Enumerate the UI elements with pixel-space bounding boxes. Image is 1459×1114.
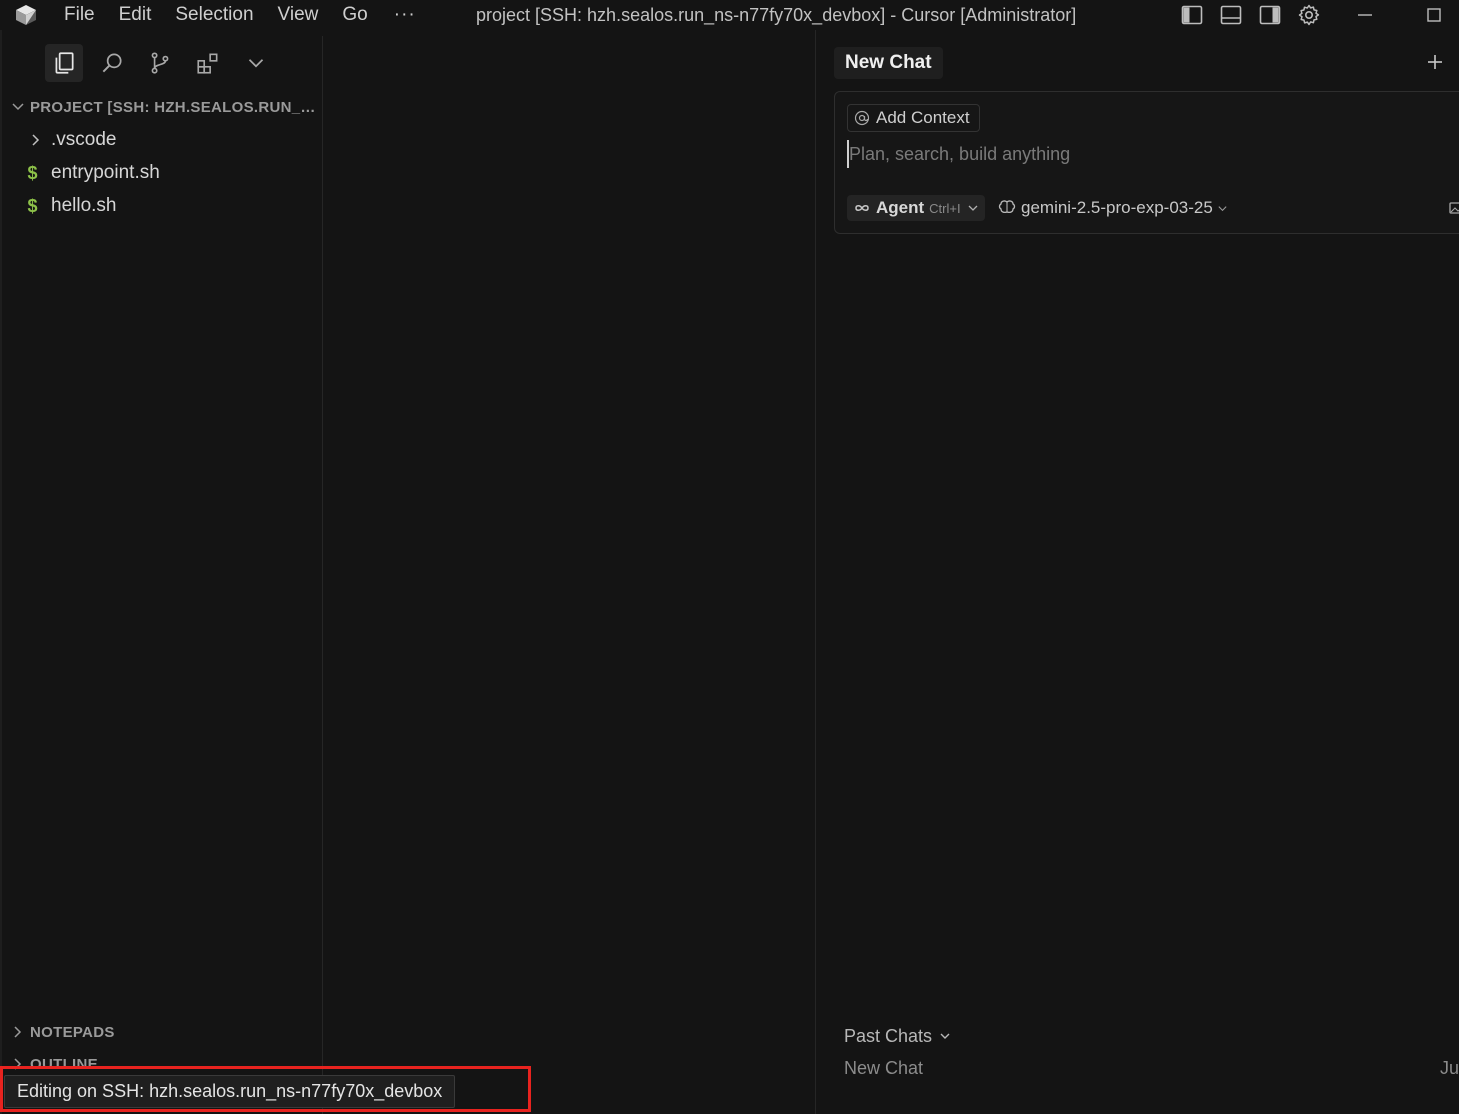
chat-composer: Add Context Agent Ctrl+I gemini-2.5-pro-… — [834, 91, 1459, 234]
toggle-secondary-sidebar-icon[interactable] — [1258, 3, 1282, 27]
menu-selection[interactable]: Selection — [163, 0, 265, 30]
menu-bar: File Edit Selection View Go ··· — [52, 0, 430, 30]
chevron-down-icon — [12, 103, 24, 111]
chat-input[interactable] — [847, 140, 1447, 168]
at-sign-icon — [854, 110, 870, 126]
past-chats-toggle[interactable]: Past Chats — [844, 1024, 952, 1048]
maximize-icon[interactable] — [1422, 3, 1446, 27]
extensions-tab[interactable] — [189, 44, 227, 82]
chat-tab-title[interactable]: New Chat — [834, 47, 943, 79]
past-chats-label: Past Chats — [844, 1025, 933, 1046]
notepads-section-header[interactable]: NOTEPADS — [2, 1020, 323, 1044]
add-context-label: Add Context — [876, 108, 970, 127]
chevron-right-icon — [14, 1058, 22, 1070]
agent-mode-selector[interactable]: Agent Ctrl+I — [847, 195, 985, 221]
chat-panel: New Chat Add Context Agent Ctrl+I gemini… — [816, 30, 1459, 1114]
brain-icon — [998, 200, 1016, 214]
model-name: gemini-2.5-pro-exp-03-25 — [1021, 198, 1213, 217]
menu-go[interactable]: Go — [330, 0, 379, 30]
window-title: project [SSH: hzh.sealos.run_ns-n77fy70x… — [476, 5, 1077, 25]
plus-icon[interactable] — [1425, 52, 1445, 72]
chevron-right-icon — [14, 1026, 22, 1038]
source-control-icon — [151, 52, 169, 74]
cursor-logo-icon — [16, 5, 36, 25]
menu-file[interactable]: File — [52, 0, 107, 30]
tree-item-label: hello.sh — [51, 195, 117, 216]
source-control-tab[interactable] — [141, 44, 179, 82]
explorer-sidebar: PROJECT [SSH: HZH.SEALOS.RUN_NS-N77FY70X… — [2, 36, 323, 1114]
project-section-header[interactable]: PROJECT [SSH: HZH.SEALOS.RUN_NS-N77FY70X… — [2, 95, 323, 119]
agent-label: Agent — [876, 198, 925, 217]
menu-view[interactable]: View — [266, 0, 331, 30]
extensions-icon — [197, 53, 218, 74]
menu-more-icon[interactable]: ··· — [380, 4, 430, 26]
chevron-right-icon — [32, 134, 40, 146]
cursor-window: File Edit Selection View Go ··· project … — [0, 0, 1459, 1114]
toggle-panel-icon[interactable] — [1219, 3, 1243, 27]
chevron-down-icon — [1218, 205, 1227, 211]
outline-section-header[interactable]: OUTLINE — [2, 1052, 323, 1076]
image-attach-icon[interactable] — [1449, 201, 1459, 215]
menu-edit[interactable]: Edit — [107, 0, 164, 30]
past-chat-time: Ju — [1440, 1058, 1459, 1078]
tree-item-hello[interactable]: $ hello.sh — [2, 190, 323, 222]
past-chat-item[interactable]: New Chat — [844, 1058, 923, 1079]
title-bar: File Edit Selection View Go ··· project … — [0, 0, 1459, 30]
search-tab[interactable] — [93, 44, 131, 82]
tree-item-label: entrypoint.sh — [51, 162, 160, 183]
remote-status-tooltip: Editing on SSH: hzh.sealos.run_ns-n77fy7… — [4, 1075, 456, 1108]
tree-item-label: .vscode — [51, 129, 117, 150]
model-selector[interactable]: gemini-2.5-pro-exp-03-25 — [998, 195, 1228, 221]
tree-item-vscode[interactable]: .vscode — [2, 124, 323, 156]
files-icon — [55, 52, 74, 74]
chevron-down-icon — [248, 59, 264, 68]
activity-bar — [2, 44, 323, 82]
toggle-primary-sidebar-icon[interactable] — [1180, 3, 1204, 27]
agent-shortcut: Ctrl+I — [929, 200, 961, 216]
infinity-icon — [855, 205, 869, 211]
more-views-tab[interactable] — [237, 44, 275, 82]
notepads-section-label: NOTEPADS — [30, 1023, 115, 1041]
chevron-down-icon — [940, 1033, 950, 1039]
shell-file-icon: $ — [27, 195, 38, 216]
minimize-icon[interactable] — [1353, 3, 1377, 27]
search-icon — [102, 53, 122, 73]
tree-item-entrypoint[interactable]: $ entrypoint.sh — [2, 157, 323, 189]
chevron-down-icon — [968, 205, 978, 211]
gear-icon[interactable] — [1297, 3, 1321, 27]
editor-area[interactable] — [324, 30, 815, 1114]
add-context-button[interactable]: Add Context — [847, 104, 980, 132]
shell-file-icon: $ — [27, 162, 38, 183]
explorer-tab[interactable] — [45, 44, 83, 82]
project-section-label: PROJECT [SSH: HZH.SEALOS.RUN_NS-N77FY70X… — [30, 98, 323, 116]
outline-section-label: OUTLINE — [30, 1055, 98, 1073]
